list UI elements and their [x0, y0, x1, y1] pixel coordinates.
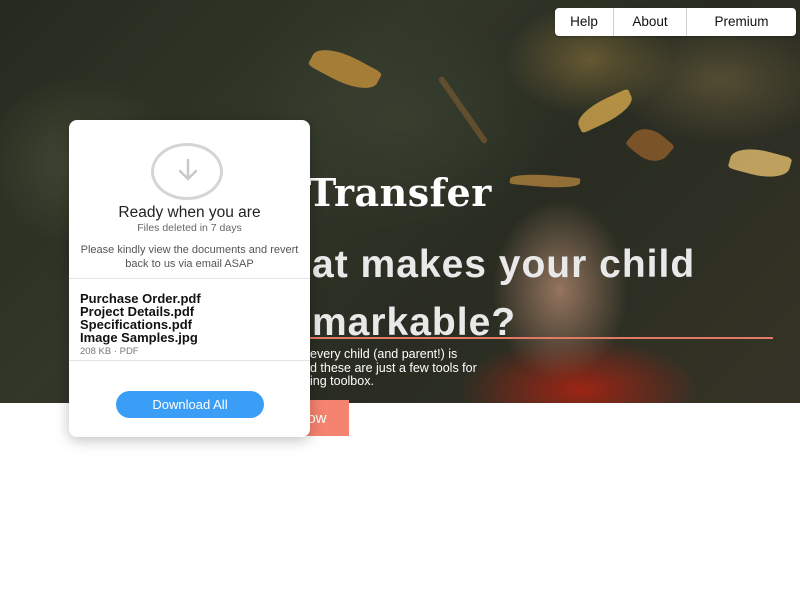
top-nav: Help About Premium	[555, 8, 796, 36]
divider	[69, 278, 310, 279]
nav-premium-link[interactable]: Premium	[687, 8, 796, 36]
download-card: Ready when you are Files deleted in 7 da…	[69, 120, 310, 437]
file-meta: 208 KB · PDF	[80, 346, 139, 357]
hero-body-line: d these are just a few tools for	[310, 360, 477, 375]
file-item[interactable]: Image Samples.jpg	[80, 331, 201, 344]
leaf-decoration	[573, 88, 637, 134]
hero-heading: at makes your child markable?	[312, 236, 792, 352]
hero-body-line: every child (and parent!) is	[310, 347, 458, 361]
leaf-decoration	[307, 40, 383, 98]
download-all-button[interactable]: Download All	[116, 391, 264, 418]
leaf-decoration	[437, 75, 489, 145]
download-arrow-icon	[151, 143, 223, 200]
card-message: Please kindly view the documents and rev…	[80, 244, 299, 270]
hero-body-text: every child (and parent!) is d these are…	[310, 347, 530, 389]
leaf-decoration	[509, 171, 581, 191]
leaf-decoration	[727, 142, 793, 184]
file-list: Purchase Order.pdf Project Details.pdf S…	[80, 292, 201, 357]
nav-about-link[interactable]: About	[614, 8, 687, 36]
divider	[69, 360, 310, 361]
card-title: Ready when you are	[118, 204, 261, 221]
hero-heading-line: at makes your child	[312, 243, 696, 286]
hero-body-line: ing toolbox.	[310, 374, 374, 388]
card-subtitle: Files deleted in 7 days	[137, 222, 242, 234]
hero-heading-line: markable?	[312, 301, 517, 344]
hero-underline	[310, 337, 773, 339]
leaf-decoration	[625, 120, 675, 170]
nav-help-link[interactable]: Help	[555, 8, 614, 36]
hero-title: Transfer	[308, 170, 492, 215]
